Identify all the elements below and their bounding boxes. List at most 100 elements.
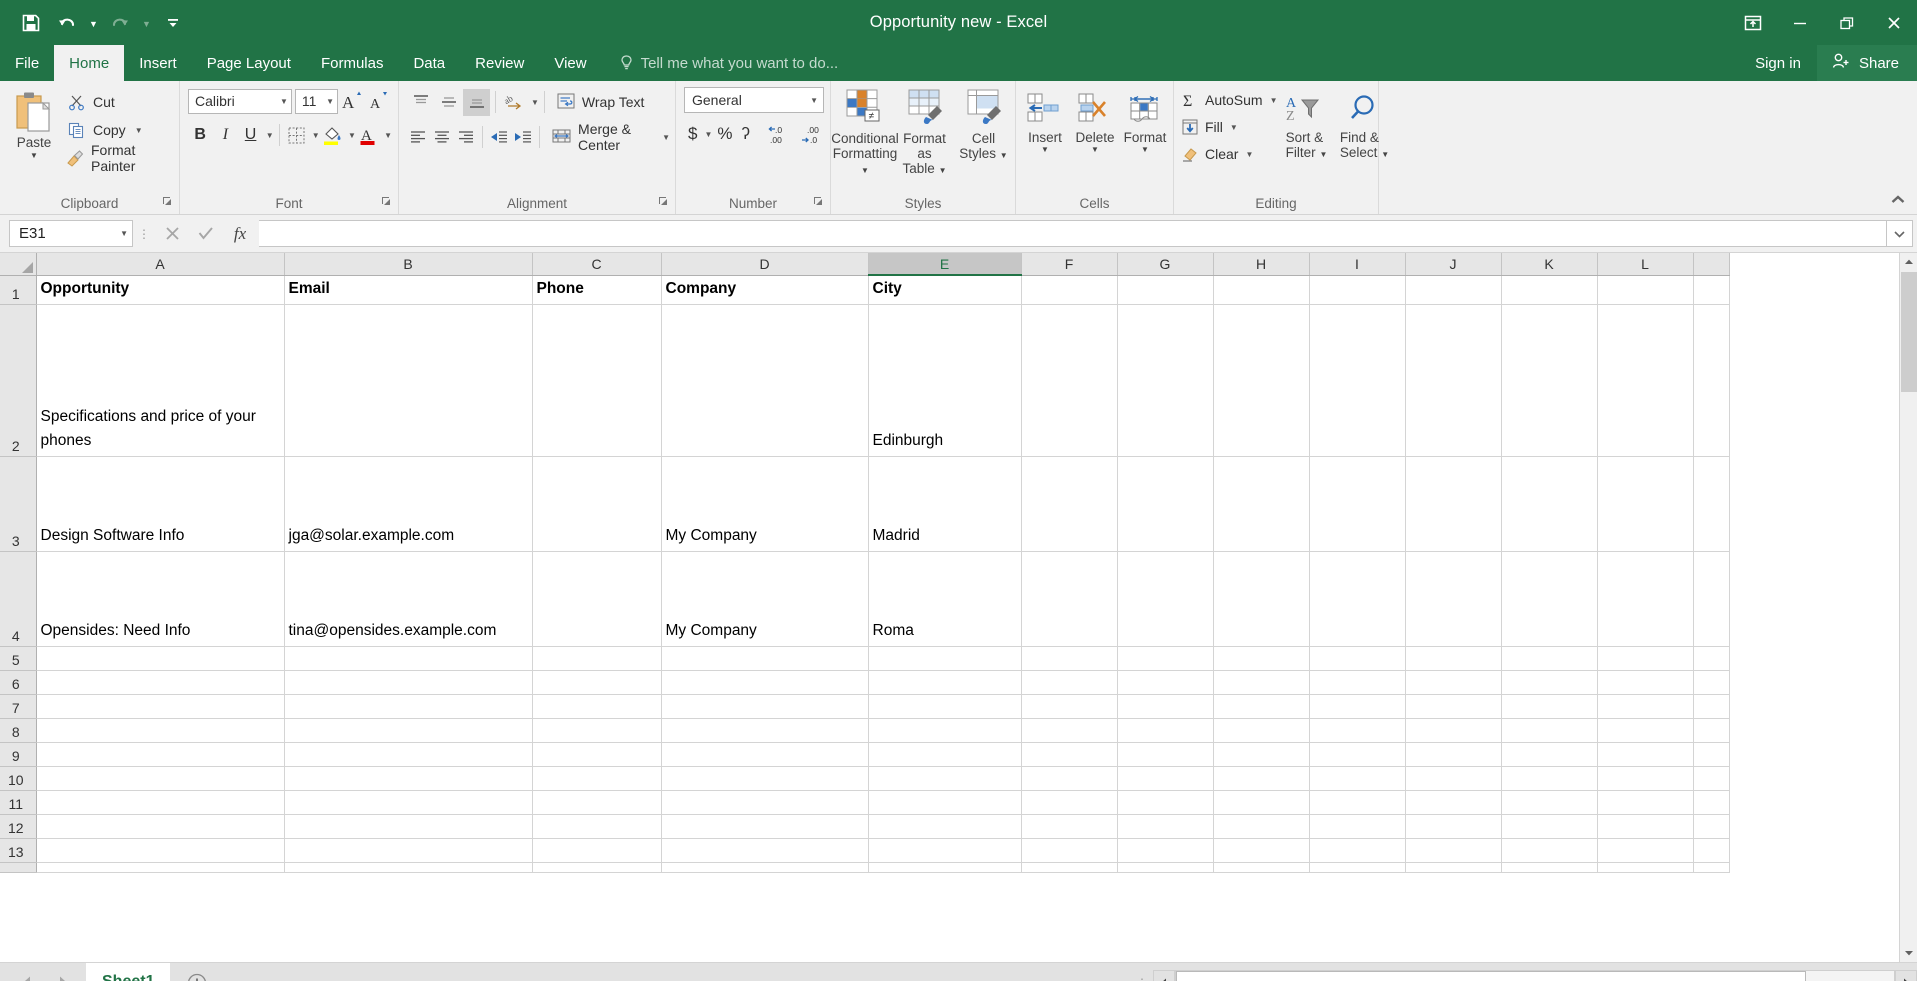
cell-X2[interactable] [1693, 304, 1730, 457]
cell-H5[interactable] [1213, 646, 1310, 671]
font-dialog-launcher[interactable] [381, 196, 392, 207]
scroll-right-button[interactable] [1895, 970, 1917, 981]
cell-D6[interactable] [661, 670, 869, 695]
cell-X8[interactable] [1693, 718, 1730, 743]
cell-B6[interactable] [284, 670, 533, 695]
cell-B13[interactable] [284, 838, 533, 863]
clear-caret-icon[interactable]: ▼ [1245, 150, 1253, 159]
scrollbar-grip[interactable]: ⋮ [1131, 976, 1153, 981]
tell-me-search[interactable]: Tell me what you want to do... [602, 45, 838, 81]
cell-A[interactable] [36, 862, 285, 873]
fill-button[interactable]: Fill ▼ [1180, 114, 1278, 140]
cell-H8[interactable] [1213, 718, 1310, 743]
cell-K12[interactable] [1501, 814, 1598, 839]
merge-center-button[interactable]: Merge & Center ▼ [545, 121, 670, 153]
cell-B1[interactable]: Email [284, 275, 533, 305]
cell-C1[interactable]: Phone [532, 275, 662, 305]
row-header-5[interactable]: 5 [0, 646, 37, 671]
cell-A12[interactable] [36, 814, 285, 839]
cell-D8[interactable] [661, 718, 869, 743]
row-header-13[interactable]: 13 [0, 838, 37, 863]
cell-E3[interactable]: Madrid [868, 456, 1022, 552]
tab-review[interactable]: Review [460, 45, 539, 81]
collapse-ribbon-button[interactable] [1887, 190, 1909, 210]
column-header-E[interactable]: E [868, 253, 1022, 276]
paste-button[interactable]: Paste ▼ [5, 86, 63, 192]
italic-button[interactable]: I [213, 122, 237, 148]
cell-D9[interactable] [661, 742, 869, 767]
cell-H2[interactable] [1213, 304, 1310, 457]
cell-G[interactable] [1117, 862, 1214, 873]
cell-I4[interactable] [1309, 551, 1406, 647]
format-as-table-button[interactable]: Format as Table ▼ [895, 85, 954, 192]
cell-A4[interactable]: Opensides: Need Info [36, 551, 285, 647]
conditional-formatting-button[interactable]: ≠ Conditional Formatting ▼ [831, 85, 899, 192]
decrease-font-size-button[interactable]: A [368, 89, 392, 114]
cell-K7[interactable] [1501, 694, 1598, 719]
font-color-button[interactable]: A [357, 122, 381, 148]
font-family-combo[interactable]: Calibri ▼ [188, 88, 292, 114]
clipboard-dialog-launcher[interactable] [162, 196, 173, 207]
cell-K4[interactable] [1501, 551, 1598, 647]
column-header-H[interactable]: H [1213, 253, 1310, 276]
tab-page-layout[interactable]: Page Layout [192, 45, 306, 81]
cell-H7[interactable] [1213, 694, 1310, 719]
cell-G9[interactable] [1117, 742, 1214, 767]
cell-J6[interactable] [1405, 670, 1502, 695]
sort-filter-button[interactable]: A Z Sort & Filter ▼ [1278, 85, 1336, 192]
cell-G12[interactable] [1117, 814, 1214, 839]
cell-J8[interactable] [1405, 718, 1502, 743]
insert-caret-icon[interactable]: ▼ [1041, 145, 1049, 154]
insert-cells-button[interactable]: Insert ▼ [1020, 85, 1070, 192]
cell-D5[interactable] [661, 646, 869, 671]
cell-D2[interactable] [661, 304, 869, 457]
format-painter-button[interactable]: Format Painter [63, 142, 174, 174]
cell-L6[interactable] [1597, 670, 1694, 695]
cell-G1[interactable] [1117, 275, 1214, 305]
cell-J9[interactable] [1405, 742, 1502, 767]
cell-D11[interactable] [661, 790, 869, 815]
cell-J11[interactable] [1405, 790, 1502, 815]
cell-J4[interactable] [1405, 551, 1502, 647]
select-all-button[interactable] [0, 253, 37, 276]
cell-L8[interactable] [1597, 718, 1694, 743]
row-header-2[interactable]: 2 [0, 304, 37, 457]
row-header-10[interactable]: 10 [0, 766, 37, 791]
align-top-button[interactable] [407, 89, 434, 116]
cell-X9[interactable] [1693, 742, 1730, 767]
cell-X1[interactable] [1693, 275, 1730, 305]
orientation-button[interactable]: ab [501, 89, 528, 116]
cell-X6[interactable] [1693, 670, 1730, 695]
tab-formulas[interactable]: Formulas [306, 45, 399, 81]
decrease-indent-button[interactable] [488, 124, 511, 151]
next-sheet-icon[interactable] [56, 975, 68, 981]
column-header-J[interactable]: J [1405, 253, 1502, 276]
cell-I3[interactable] [1309, 456, 1406, 552]
column-header-L[interactable]: L [1597, 253, 1694, 276]
cell-K13[interactable] [1501, 838, 1598, 863]
cell-J[interactable] [1405, 862, 1502, 873]
row-header-3[interactable]: 3 [0, 456, 37, 552]
percent-format-button[interactable]: % [713, 120, 736, 148]
cancel-icon[interactable] [155, 220, 189, 248]
cell-C7[interactable] [532, 694, 662, 719]
cell-J2[interactable] [1405, 304, 1502, 457]
cell-L12[interactable] [1597, 814, 1694, 839]
minimize-icon[interactable] [1776, 0, 1823, 45]
column-header-K[interactable]: K [1501, 253, 1598, 276]
cell-styles-button[interactable]: Cell Styles ▼ [954, 85, 1013, 192]
column-header-G[interactable]: G [1117, 253, 1214, 276]
autosum-button[interactable]: Σ AutoSum ▼ [1180, 87, 1278, 113]
cell-I5[interactable] [1309, 646, 1406, 671]
cell-E[interactable] [868, 862, 1022, 873]
cell-A3[interactable]: Design Software Info [36, 456, 285, 552]
cell-I6[interactable] [1309, 670, 1406, 695]
cell-K10[interactable] [1501, 766, 1598, 791]
wrap-text-button[interactable]: Wrap Text [550, 89, 644, 116]
cell-L5[interactable] [1597, 646, 1694, 671]
column-header-A[interactable]: A [36, 253, 285, 276]
cell-L4[interactable] [1597, 551, 1694, 647]
cell-H9[interactable] [1213, 742, 1310, 767]
delete-caret-icon[interactable]: ▼ [1091, 145, 1099, 154]
tab-insert[interactable]: Insert [124, 45, 192, 81]
